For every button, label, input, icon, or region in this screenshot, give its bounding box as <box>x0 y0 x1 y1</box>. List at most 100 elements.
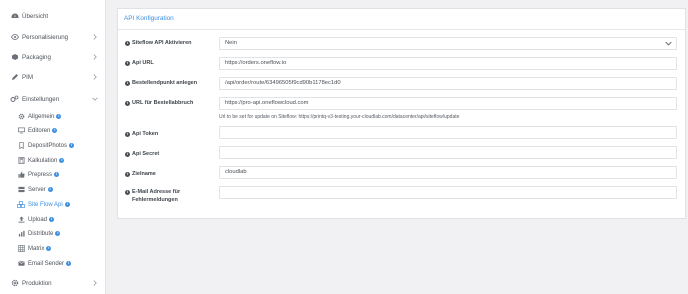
sidebar-item-label: Personalisierung <box>22 33 69 41</box>
sidebar-subitem-label: Server <box>28 186 46 193</box>
chevron-right-icon <box>91 73 99 81</box>
info-icon: i <box>69 143 75 148</box>
fehlermeldungen-email-input[interactable] <box>219 186 677 199</box>
envelope-icon <box>17 260 25 268</box>
sidebar-subitem-kalkulation[interactable]: Kalkulation i <box>0 154 106 167</box>
zielname-input[interactable]: cloudlab <box>219 166 677 179</box>
gear-icon <box>17 113 25 121</box>
sidebar-item-einstellungen[interactable]: Einstellungen <box>0 92 106 106</box>
sidebar-subitem-site-flow-api[interactable]: Site Flow Api i <box>0 198 106 211</box>
api-token-input[interactable] <box>219 126 677 139</box>
info-icon: i <box>125 189 130 195</box>
sidebar-subitem-distribute[interactable]: Distribute i <box>0 227 106 240</box>
bestellabbruch-url-input[interactable]: https://pro-api.oneflowcloud.com <box>219 97 677 110</box>
field-label-bestellendpunkt: i Bestellendpunkt anlegen <box>125 79 217 87</box>
info-icon: i <box>46 246 52 251</box>
sidebar-subitem-email-sender[interactable]: Email Sender i <box>0 257 106 270</box>
dashboard-icon <box>10 12 19 21</box>
sidebar-subitem-label: Matrix <box>28 245 45 252</box>
info-icon: i <box>64 202 70 207</box>
field-label-api-secret: i Api Secret <box>125 150 217 158</box>
cubes-icon <box>17 201 25 209</box>
label-text: E-Mail Adresse für Fehlermeldungen <box>132 189 181 203</box>
field-label-zielname: i Zielname <box>125 170 217 178</box>
sidebar-subitem-label: DepositPhotos <box>28 142 68 149</box>
sidebar-item-produktion[interactable]: Produktion <box>0 276 106 290</box>
info-icon: i <box>59 158 65 163</box>
bestellendpunkt-input[interactable]: /api/order/route/63496505f9cd90b1178ec1d… <box>219 77 677 90</box>
api-url-input[interactable]: https://orders.oneflow.io <box>219 57 677 70</box>
sidebar-subitem-label: Allgemein <box>28 113 55 120</box>
sidebar-item-label: Übersicht <box>22 12 49 20</box>
sidebar-subitem-label: Kalkulation <box>28 157 58 164</box>
gear-icon <box>10 279 19 288</box>
label-text: Bestellendpunkt anlegen <box>132 80 198 86</box>
select-value: Nein <box>225 40 237 46</box>
field-label-fehlermeldungen-email: i E-Mail Adresse für Fehlermeldungen <box>125 188 205 204</box>
sidebar-item-uebersicht[interactable]: Übersicht <box>0 9 106 23</box>
chevron-down-icon <box>91 95 99 103</box>
label-text: Api URL <box>132 60 154 66</box>
sidebar-item-pim[interactable]: PIM <box>0 70 106 84</box>
thumbs-up-icon <box>17 171 25 179</box>
sidebar-subitem-label: Upload <box>28 216 48 223</box>
chart-icon <box>17 230 25 238</box>
sidebar: Übersicht Personalisierung Packaging PIM <box>0 0 106 294</box>
label-text: Siteflow API Aktivieren <box>132 40 192 46</box>
label-text: Api Token <box>132 131 159 137</box>
sidebar-subitem-label: Prepress <box>28 171 53 178</box>
field-label-api-token: i Api Token <box>125 130 217 138</box>
info-icon: i <box>125 171 130 177</box>
chevron-right-icon <box>91 33 99 41</box>
label-text: URL für Bestellabbruch <box>132 100 194 106</box>
bookmark-icon <box>17 142 25 150</box>
field-label-api-url: i Api URL <box>125 59 217 67</box>
siteflow-aktivieren-select[interactable]: Nein <box>219 37 677 50</box>
grid-icon <box>17 245 25 253</box>
sidebar-subitem-matrix[interactable]: Matrix i <box>0 242 106 255</box>
sidebar-subitem-label: Distribute <box>28 230 54 237</box>
panel-title: API Konfiguration <box>124 15 174 22</box>
sidebar-item-label: Einstellungen <box>22 95 60 103</box>
sidebar-item-label: PIM <box>22 73 34 81</box>
info-icon: i <box>125 60 130 66</box>
box-icon <box>10 53 19 62</box>
upload-icon <box>17 216 25 224</box>
label-text: Zielname <box>132 171 156 177</box>
calculator-icon <box>17 157 25 165</box>
info-icon: i <box>56 114 62 119</box>
label-text: Api Secret <box>132 151 160 157</box>
sidebar-subitem-upload[interactable]: Upload i <box>0 213 106 226</box>
info-icon: i <box>125 40 130 46</box>
sidebar-subitem-label: Site Flow Api <box>28 201 63 208</box>
info-icon: i <box>66 261 72 266</box>
info-icon: i <box>52 128 58 133</box>
info-icon: i <box>125 131 130 137</box>
server-icon <box>17 186 25 194</box>
info-icon: i <box>125 100 130 106</box>
sidebar-subitem-label: Editoren <box>28 127 51 134</box>
sidebar-item-personalisierung[interactable]: Personalisierung <box>0 30 106 44</box>
sidebar-subitem-allgemein[interactable]: Allgemein i <box>0 110 106 123</box>
sidebar-subitem-depositphotos[interactable]: DepositPhotos i <box>0 139 106 152</box>
api-secret-input[interactable] <box>219 146 677 159</box>
gears-icon <box>10 95 19 104</box>
sidebar-subitem-label: Email Sender <box>28 260 65 267</box>
info-icon: i <box>49 217 55 222</box>
info-icon: i <box>125 151 130 157</box>
sidebar-subitem-prepress[interactable]: Prepress i <box>0 168 106 181</box>
update-url-hint: Url to be set for update on Siteflow: ht… <box>219 114 460 120</box>
sidebar-item-packaging[interactable]: Packaging <box>0 50 106 64</box>
info-icon: i <box>47 187 53 192</box>
chevron-right-icon <box>91 279 99 287</box>
monitor-icon <box>17 127 25 135</box>
divider <box>118 29 685 30</box>
sidebar-subitem-editoren[interactable]: Editoren i <box>0 124 106 137</box>
eye-icon <box>10 33 19 42</box>
field-label-siteflow-aktivieren: i Siteflow API Aktivieren <box>125 39 217 47</box>
info-icon: i <box>54 172 60 177</box>
chevron-right-icon <box>91 53 99 61</box>
field-label-bestellabbruch-url: i URL für Bestellabbruch <box>125 99 217 107</box>
sidebar-subitem-server[interactable]: Server i <box>0 183 106 196</box>
info-icon: i <box>55 231 61 236</box>
